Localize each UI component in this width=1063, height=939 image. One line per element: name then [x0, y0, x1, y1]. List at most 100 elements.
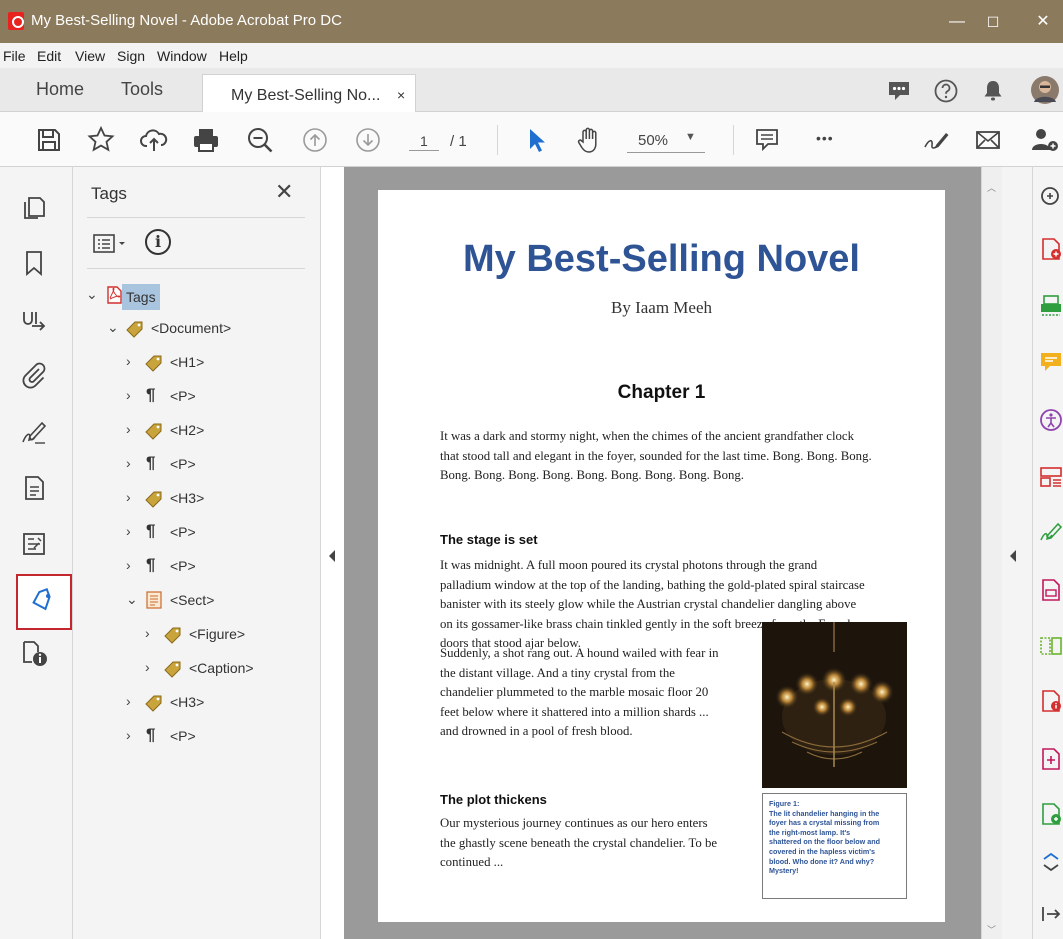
- fill-sign-icon[interactable]: [19, 418, 49, 448]
- accessibility-info-icon[interactable]: [19, 638, 49, 668]
- email-icon[interactable]: [973, 125, 1003, 155]
- tag-icon: [164, 661, 181, 678]
- text-line: and drowned in a pool of fresh blood.: [440, 724, 633, 738]
- search-tool-icon[interactable]: [1039, 185, 1063, 209]
- tag-icon: [145, 423, 162, 440]
- expand-chevron-icon[interactable]: ⌄: [107, 319, 119, 336]
- paragraph-icon: ¶: [146, 555, 156, 574]
- expand-chevron-icon[interactable]: ›: [126, 353, 131, 369]
- content-page-icon[interactable]: [19, 473, 49, 503]
- scroll-down-icon[interactable]: ﹀: [987, 923, 996, 936]
- expand-chevron-icon[interactable]: ›: [126, 421, 131, 437]
- comment-tool-icon[interactable]: [1039, 350, 1063, 374]
- help-icon[interactable]: [933, 78, 959, 104]
- paragraph-1: It was a dark and stormy night, when the…: [440, 427, 920, 486]
- tag-icon: [126, 321, 143, 338]
- expand-chevron-icon[interactable]: ⌄: [126, 591, 138, 608]
- tab-home[interactable]: Home: [36, 79, 84, 100]
- cloud-upload-icon[interactable]: [139, 125, 169, 155]
- expand-chevron-icon[interactable]: ›: [145, 625, 150, 641]
- scroll-tools-chevron-icon[interactable]: [1039, 850, 1063, 874]
- page-number-input[interactable]: 1: [409, 127, 439, 151]
- bell-icon[interactable]: [980, 78, 1006, 104]
- collapse-left-panel-icon[interactable]: [329, 550, 335, 562]
- expand-chevron-icon[interactable]: ›: [145, 659, 150, 675]
- tools-rail: [1032, 167, 1063, 939]
- previous-page-icon[interactable]: [300, 125, 330, 155]
- print-icon[interactable]: [191, 125, 221, 155]
- vertical-scrollbar[interactable]: ︿ ﹀: [981, 167, 1002, 939]
- organize-pages-icon[interactable]: [1039, 465, 1063, 489]
- pdf-page: My Best-Selling Novel By Iaam Meeh Chapt…: [378, 190, 945, 922]
- toolbar-divider: [733, 125, 734, 155]
- export-pdf-icon[interactable]: [1039, 747, 1063, 771]
- tree-label: <P>: [170, 728, 196, 744]
- next-page-icon[interactable]: [353, 125, 383, 155]
- fill-sign-tool-icon[interactable]: [1039, 520, 1063, 544]
- tab-document[interactable]: My Best-Selling No... ×: [202, 74, 416, 112]
- comment-notifications-icon[interactable]: [886, 78, 912, 104]
- options-menu-icon[interactable]: [93, 233, 129, 255]
- signatures-icon[interactable]: [19, 304, 49, 334]
- menu-bar: File Edit View Sign Window Help: [0, 43, 1063, 68]
- page-total: / 1: [450, 133, 467, 150]
- zoom-dropdown[interactable]: 50% ▼: [627, 127, 705, 153]
- expand-chevron-icon[interactable]: ⌄: [86, 286, 98, 303]
- caption-line: Mystery!: [769, 866, 799, 876]
- accessibility-icon[interactable]: [1039, 408, 1063, 432]
- close-window-button[interactable]: ✕: [1028, 8, 1058, 36]
- share-user-icon[interactable]: [1030, 125, 1060, 155]
- expand-right-panel-icon[interactable]: [1010, 550, 1016, 562]
- protect-icon[interactable]: [1039, 578, 1063, 602]
- menu-sign[interactable]: Sign: [117, 48, 145, 64]
- menu-help[interactable]: Help: [219, 48, 248, 64]
- expand-chevron-icon[interactable]: ›: [126, 455, 131, 471]
- hand-tool-icon[interactable]: [574, 125, 604, 155]
- pdf-info-icon[interactable]: [1039, 689, 1063, 713]
- page-thumbnails-icon[interactable]: [19, 192, 49, 222]
- user-avatar[interactable]: [1030, 75, 1060, 105]
- paragraph-icon: ¶: [146, 453, 156, 472]
- tags-panel-title: Tags: [91, 184, 127, 203]
- menu-file[interactable]: File: [3, 48, 26, 64]
- sign-pen-icon[interactable]: [921, 125, 951, 155]
- order-icon[interactable]: [19, 529, 49, 559]
- bookmark-star-icon[interactable]: [86, 125, 116, 155]
- create-pdf-icon[interactable]: [1039, 237, 1063, 261]
- select-cursor-icon[interactable]: [521, 125, 551, 155]
- tree-label: Tags: [122, 284, 160, 310]
- expand-chevron-icon[interactable]: ›: [126, 489, 131, 505]
- scan-icon[interactable]: [1039, 294, 1063, 318]
- caption-line: The lit chandelier hanging in the: [769, 808, 880, 818]
- collapse-tools-icon[interactable]: [1039, 902, 1063, 926]
- zoom-out-icon[interactable]: [245, 125, 275, 155]
- tags-rail-button[interactable]: [16, 574, 72, 630]
- more-tools-button[interactable]: •••: [816, 130, 834, 146]
- maximize-button[interactable]: ☐: [978, 8, 1008, 36]
- tree-label: <Caption>: [189, 660, 254, 676]
- tab-tools[interactable]: Tools: [121, 79, 163, 100]
- close-panel-icon[interactable]: ✕: [275, 179, 293, 205]
- save-icon[interactable]: [34, 125, 64, 155]
- menu-view[interactable]: View: [75, 48, 105, 64]
- bookmarks-icon[interactable]: [19, 248, 49, 278]
- comment-icon[interactable]: [752, 125, 782, 155]
- expand-chevron-icon[interactable]: ›: [126, 387, 131, 403]
- attachments-icon[interactable]: [19, 360, 49, 390]
- tree-label: <Figure>: [189, 626, 246, 642]
- expand-chevron-icon[interactable]: ›: [126, 727, 131, 743]
- compare-files-icon[interactable]: [1039, 634, 1063, 658]
- navigation-rail: [0, 167, 73, 939]
- caption-line: Figure 1:: [769, 799, 800, 808]
- scroll-up-icon[interactable]: ︿: [987, 181, 996, 194]
- optimize-pdf-icon[interactable]: [1039, 802, 1063, 826]
- minimize-button[interactable]: —: [942, 8, 972, 36]
- expand-chevron-icon[interactable]: ›: [126, 557, 131, 573]
- document-title: My Best-Selling Novel: [463, 238, 860, 280]
- tab-close-icon[interactable]: ×: [397, 87, 405, 103]
- expand-chevron-icon[interactable]: ›: [126, 523, 131, 539]
- menu-edit[interactable]: Edit: [37, 48, 61, 64]
- expand-chevron-icon[interactable]: ›: [126, 693, 131, 709]
- info-icon[interactable]: i: [145, 229, 171, 255]
- menu-window[interactable]: Window: [157, 48, 207, 64]
